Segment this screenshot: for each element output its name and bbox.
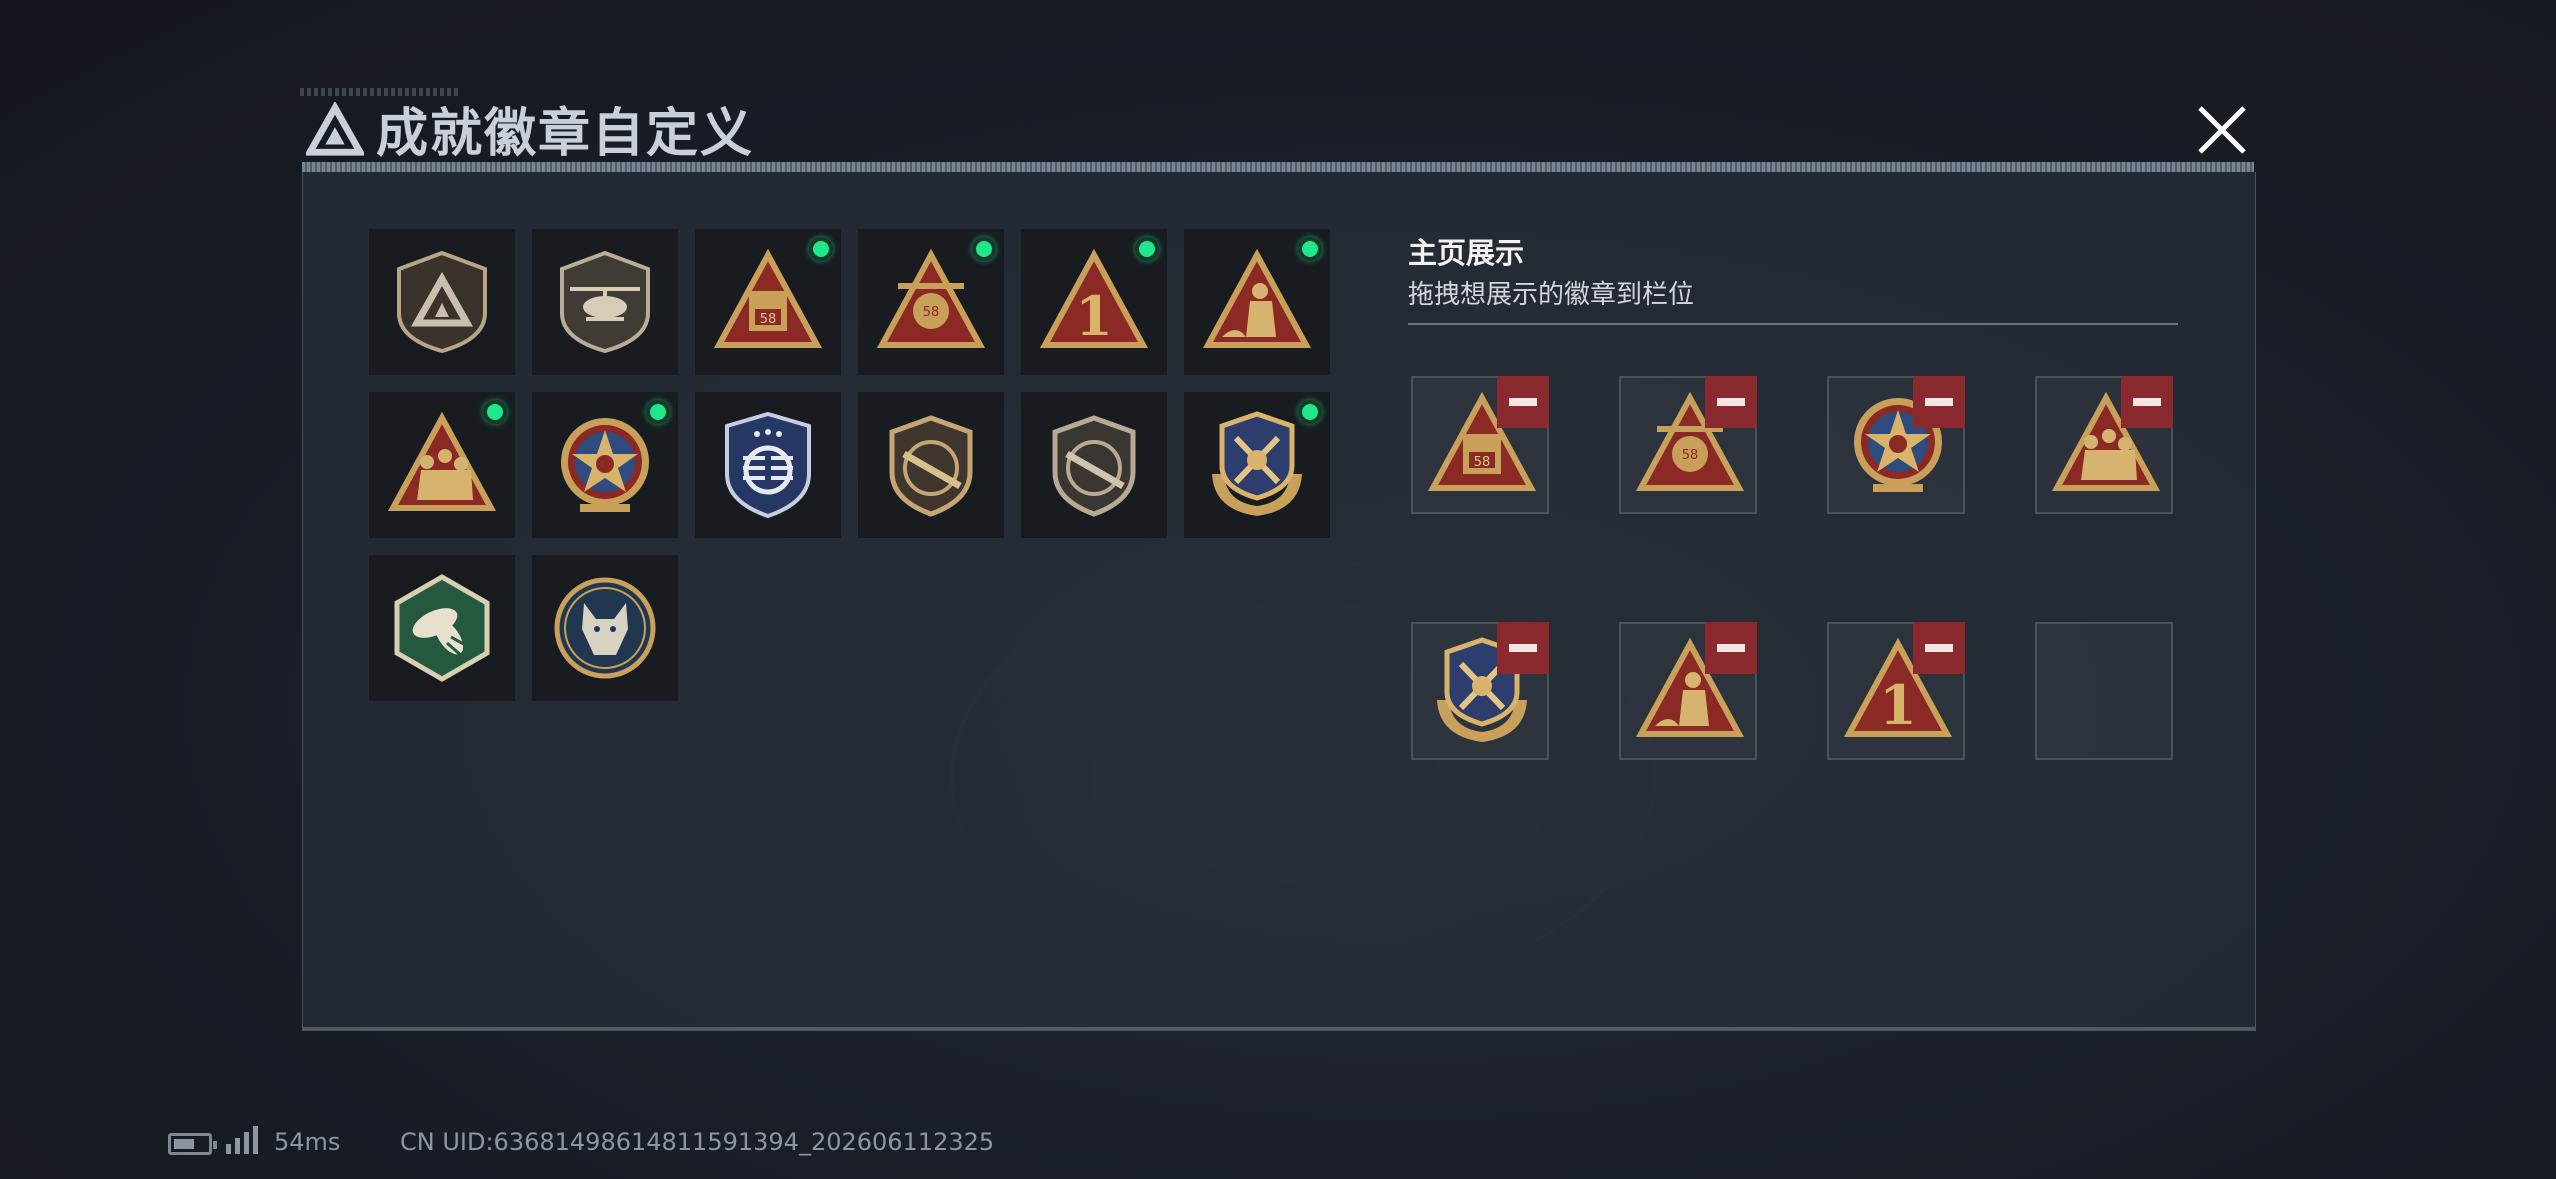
new-badge-dot (1135, 237, 1159, 261)
user-uid: CN UID:63681498614811591394_202606112325 (400, 1128, 995, 1156)
new-badge-dot (646, 400, 670, 424)
svg-text:1: 1 (1075, 284, 1113, 348)
remove-badge-button[interactable] (2121, 376, 2173, 428)
svg-text:58: 58 (760, 312, 777, 327)
header-stripe (302, 162, 2254, 172)
showcase-slot[interactable]: 1 (1827, 622, 1965, 760)
badge-item[interactable] (532, 392, 678, 538)
badge-item[interactable] (1184, 392, 1330, 538)
helicopter-shield-badge-icon (560, 250, 650, 354)
remove-badge-button[interactable] (1913, 376, 1965, 428)
badge-item[interactable] (532, 555, 678, 701)
showcase-slot[interactable] (1827, 376, 1965, 514)
soldier-triangle-badge-icon (1202, 248, 1312, 348)
new-badge-dot (483, 400, 507, 424)
svg-text:58: 58 (923, 305, 940, 320)
new-badge-dot (809, 237, 833, 261)
badge-item[interactable]: 58 (858, 229, 1004, 375)
svg-text:1: 1 (1879, 673, 1917, 737)
showcase-subtitle: 拖拽想展示的徽章到栏位 (1408, 280, 1695, 310)
triangle-logo-shield-badge-icon (397, 250, 487, 354)
wolf-circle-badge-icon (554, 577, 656, 679)
new-badge-dot (972, 237, 996, 261)
remove-badge-button[interactable] (1497, 376, 1549, 428)
showcase-slot[interactable] (1619, 622, 1757, 760)
blue-wings-shield-badge-icon (725, 411, 811, 519)
ping-value: 54ms (274, 1128, 341, 1156)
star-medal-badge-icon (561, 418, 649, 512)
signal-icon (226, 1126, 258, 1154)
vehicle-58-triangle-badge-icon: 58 (713, 248, 823, 348)
number-one-triangle-badge-icon: 1 (1039, 248, 1149, 348)
remove-badge-button[interactable] (1913, 622, 1965, 674)
squad-triangle-badge-icon (387, 411, 497, 511)
delta-logo-icon (306, 102, 364, 156)
showcase-title: 主页展示 (1408, 236, 1525, 270)
badge-item[interactable] (369, 392, 515, 538)
dialog-header: 成就徽章自定义 (300, 88, 2250, 168)
badge-item[interactable]: 1 (1021, 229, 1167, 375)
battery-icon (168, 1133, 217, 1155)
turret-58-triangle-badge-icon: 58 (876, 248, 986, 348)
rifle-shield-badge-icon (889, 415, 973, 517)
remove-badge-button[interactable] (1705, 376, 1757, 428)
showcase-slot[interactable]: 58 (1619, 376, 1757, 514)
badge-item[interactable]: 58 (695, 229, 841, 375)
badge-item[interactable] (369, 555, 515, 701)
badge-item[interactable] (369, 229, 515, 375)
svg-text:58: 58 (1474, 455, 1491, 470)
badge-item[interactable] (1184, 229, 1330, 375)
crossed-swords-laurel-badge-icon (1212, 411, 1302, 516)
rifle-shield-badge-dark-icon (1052, 415, 1136, 517)
badge-item[interactable] (532, 229, 678, 375)
badge-item[interactable] (695, 392, 841, 538)
remove-badge-button[interactable] (1705, 622, 1757, 674)
showcase-slot[interactable] (1411, 622, 1549, 760)
remove-badge-button[interactable] (1497, 622, 1549, 674)
hornet-hexagon-badge-icon (394, 574, 490, 682)
badge-panel: 58 58 1 主页展示 拖拽想展示的徽章到栏位 58 58 1 (302, 172, 2256, 1031)
svg-text:58: 58 (1682, 448, 1699, 463)
showcase-divider (1408, 323, 2178, 325)
showcase-slot[interactable] (2035, 376, 2173, 514)
new-badge-dot (1298, 237, 1322, 261)
new-badge-dot (1298, 400, 1322, 424)
badge-item[interactable] (1021, 392, 1167, 538)
badge-item[interactable] (858, 392, 1004, 538)
showcase-slot-empty[interactable] (2035, 622, 2173, 760)
close-icon[interactable] (2190, 98, 2254, 162)
showcase-slot[interactable]: 58 (1411, 376, 1549, 514)
